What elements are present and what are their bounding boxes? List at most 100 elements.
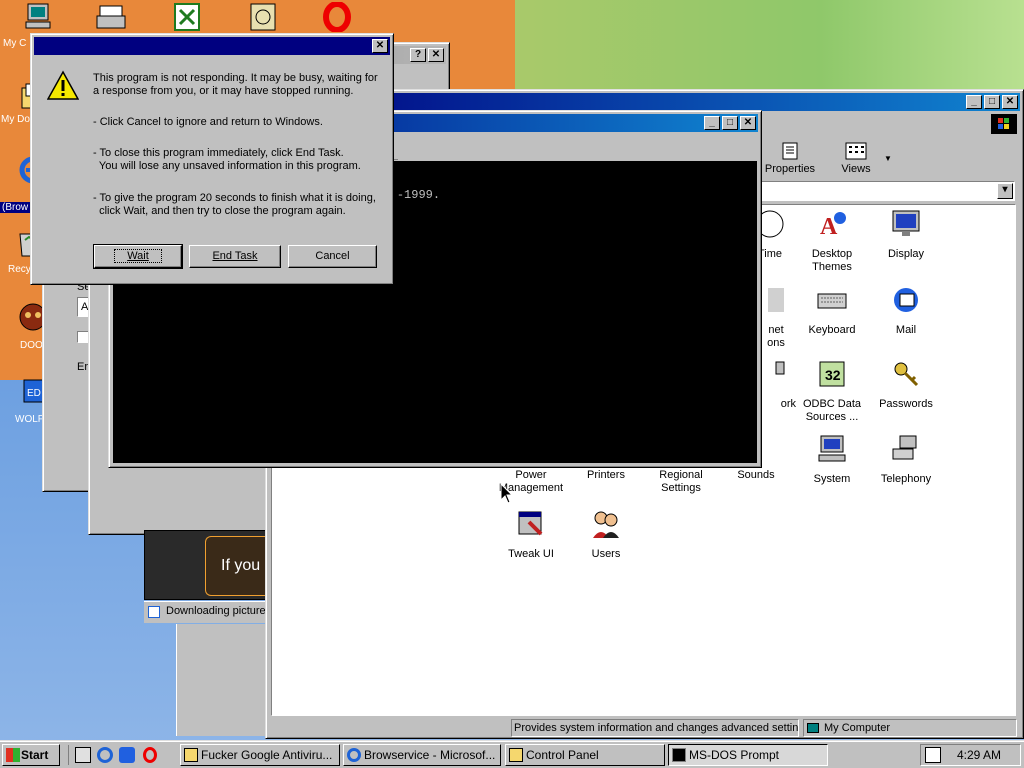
- passwords-icon: [894, 362, 919, 387]
- desktop-icon-label: Recy: [8, 264, 31, 275]
- help-button[interactable]: ?: [410, 48, 426, 62]
- quick-launch: [68, 745, 168, 765]
- cp-item-label: Printers: [587, 469, 625, 481]
- users-icon: [593, 511, 619, 538]
- minimize-button[interactable]: _: [704, 116, 720, 130]
- tweak-ui-icon: [518, 511, 543, 536]
- end-task-label: End Task: [212, 250, 258, 262]
- scheduler-icon[interactable]: [925, 747, 941, 763]
- folder-icon: [184, 748, 198, 762]
- mail-icon: [894, 288, 918, 312]
- task-button-ms-dos[interactable]: MS-DOS Prompt: [668, 744, 828, 766]
- close-button[interactable]: ✕: [1002, 95, 1018, 109]
- status-right-text: My Computer: [824, 722, 891, 734]
- chart-shortcut-icon[interactable]: [246, 2, 280, 32]
- opera-shortcut-icon[interactable]: [320, 2, 354, 32]
- system-tray: 4:29 AM: [920, 744, 1021, 766]
- taskbar: Start Fucker Google Antiviru... Browserv…: [0, 740, 1024, 768]
- printer-shortcut-icon[interactable]: [94, 2, 128, 32]
- cp-item-label: Desktop Themes: [811, 248, 853, 273]
- desktop-icon-label: My Do: [1, 114, 30, 125]
- cp-item-mail[interactable]: Mail: [866, 284, 946, 337]
- excel-shortcut-icon[interactable]: [170, 2, 204, 32]
- ms-dos-icon: [672, 748, 686, 762]
- desktop-wallpaper-green: [515, 0, 1024, 100]
- cp-item-passwords[interactable]: Passwords: [866, 358, 946, 411]
- task-button-control-panel[interactable]: Control Panel: [505, 744, 665, 766]
- task-button-folder[interactable]: Fucker Google Antiviru...: [180, 744, 340, 766]
- browser-statusbar: Downloading picture: [144, 601, 268, 623]
- cancel-label: Cancel: [315, 250, 350, 262]
- task-label: Browservice - Microsof...: [364, 748, 496, 762]
- cp-item-keyboard[interactable]: Keyboard: [792, 284, 872, 337]
- desktop-icon-label: My C: [3, 38, 27, 49]
- mouse-pointer-icon: [500, 483, 514, 504]
- windows-flag-icon: [6, 748, 20, 762]
- close-button[interactable]: ✕: [740, 116, 756, 130]
- cp-item-label: Tweak UI: [508, 548, 554, 560]
- telephony-icon: [892, 435, 917, 460]
- close-button[interactable]: ✕: [428, 48, 444, 62]
- internet-explorer-icon[interactable]: [97, 747, 113, 763]
- dialog-endtask-hint: - To close this program immediately, cli…: [93, 147, 361, 172]
- cp-item-tweak-ui[interactable]: Tweak UI: [491, 508, 571, 561]
- outlook-icon[interactable]: [119, 747, 135, 763]
- cp-item-odbc[interactable]: 32 ODBC Data Sources ...: [792, 358, 872, 424]
- browser-status-text: Downloading picture: [166, 605, 266, 617]
- cp-item-label: Passwords: [879, 398, 933, 410]
- my-computer-icon: [807, 723, 819, 733]
- start-button[interactable]: Start: [2, 744, 60, 766]
- internet-options-icon: [768, 288, 784, 312]
- start-label: Start: [21, 748, 49, 762]
- cp-item-desktop-themes[interactable]: A Desktop Themes: [792, 208, 872, 274]
- minimize-button[interactable]: _: [966, 95, 982, 109]
- not-responding-dialog: ✕ This program is not responding. It may…: [30, 33, 394, 285]
- odbc-icon: 32: [819, 361, 845, 387]
- browser-content: If you: [144, 530, 269, 600]
- show-desktop-icon[interactable]: [75, 747, 91, 763]
- properties-label: Properties: [764, 163, 816, 175]
- address-dropdown-button[interactable]: ▾: [997, 183, 1013, 199]
- warning-icon: [47, 70, 79, 100]
- windows-logo: [991, 114, 1017, 134]
- svg-text:ED: ED: [27, 388, 41, 399]
- properties-icon: [782, 142, 798, 160]
- dialog-cancel-hint: - Click Cancel to ignore and return to W…: [93, 116, 323, 128]
- cp-item-label: Users: [591, 548, 621, 560]
- cp-item-label: Keyboard: [808, 324, 856, 336]
- cp-item-label: Display: [887, 248, 925, 260]
- background-dialog-group-label: Er: [77, 361, 88, 373]
- not-responding-titlebar: ✕: [34, 37, 390, 55]
- ie-page-icon: [148, 606, 160, 618]
- cp-item-display[interactable]: Display: [866, 208, 946, 261]
- task-button-browservice[interactable]: Browservice - Microsof...: [343, 744, 501, 766]
- wait-button[interactable]: Wait: [93, 244, 183, 269]
- properties-toolbar-button[interactable]: Properties: [760, 142, 820, 175]
- maximize-button[interactable]: □: [722, 116, 738, 130]
- clock[interactable]: 4:29 AM: [957, 748, 1001, 762]
- opera-icon[interactable]: [143, 747, 157, 763]
- display-icon: [892, 210, 920, 236]
- browser-banner-text: If you: [221, 557, 261, 574]
- views-dropdown-arrow[interactable]: ▼: [884, 154, 892, 163]
- views-label: Views: [841, 163, 871, 175]
- dialog-wait-hint: - To give the program 20 seconds to fini…: [93, 192, 376, 217]
- cp-item-label: Mail: [895, 324, 917, 336]
- desktop-icon-label: WOLF: [15, 414, 44, 425]
- control-panel-icon: [509, 748, 523, 762]
- cancel-button[interactable]: Cancel: [288, 245, 377, 268]
- end-task-button[interactable]: End Task: [189, 245, 281, 268]
- cp-item-users[interactable]: Users: [566, 508, 646, 561]
- cp-item-system[interactable]: System: [792, 433, 872, 486]
- dialog-message: This program is not responding. It may b…: [93, 72, 378, 97]
- cp-item-telephony[interactable]: Telephony: [866, 433, 946, 486]
- address-bar[interactable]: ▾: [760, 181, 1015, 201]
- views-toolbar-button[interactable]: Views: [832, 142, 880, 175]
- views-icon: [845, 142, 867, 160]
- cp-item-label: Sounds: [737, 469, 775, 481]
- desktop-icon-label: DOO: [20, 340, 43, 351]
- maximize-button[interactable]: □: [984, 95, 1000, 109]
- close-button[interactable]: ✕: [372, 39, 388, 53]
- cp-item-label: Telephony: [880, 473, 932, 485]
- cp-item-label: System: [813, 473, 851, 485]
